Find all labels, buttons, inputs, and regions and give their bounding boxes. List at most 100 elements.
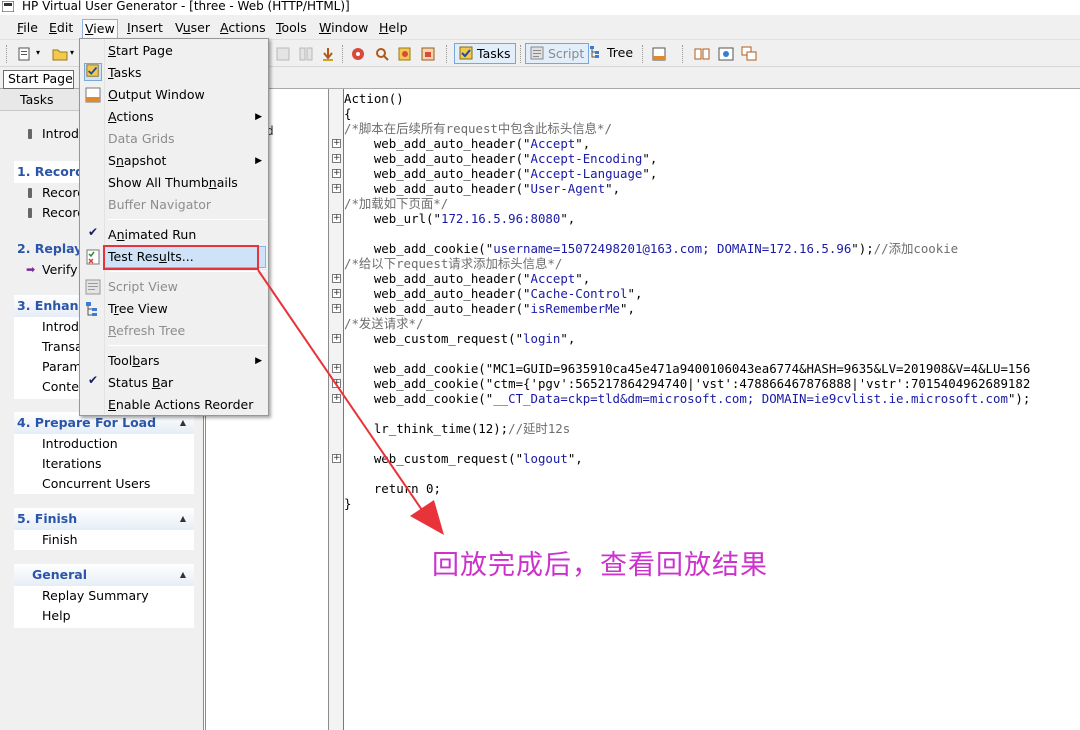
menu-item-status-bar[interactable]: Status Bar <box>108 372 266 394</box>
expand-icon[interactable]: + <box>332 274 341 283</box>
dropdown-arrow-icon[interactable]: ▾ <box>70 48 74 57</box>
code-line[interactable]: web_add_auto_header("Accept-Language", <box>344 166 658 181</box>
expand-icon[interactable]: + <box>332 214 341 223</box>
code-line[interactable]: web_add_auto_header("Accept", <box>344 136 590 151</box>
code-line[interactable]: web_add_cookie("username=15072498201@163… <box>344 241 958 256</box>
code-line[interactable]: /*脚本在后续所有request中包含此标头信息*/ <box>344 121 612 136</box>
tasks-label: Tasks <box>477 46 511 61</box>
record-icon[interactable] <box>350 46 366 62</box>
output-window-icon <box>85 87 101 103</box>
menu-separator <box>108 271 266 272</box>
code-line[interactable]: web_add_auto_header("User-Agent", <box>344 181 620 196</box>
expand-icon[interactable]: + <box>332 304 341 313</box>
script-button[interactable]: Script <box>525 43 590 64</box>
menu-view[interactable]: View <box>82 19 118 38</box>
expand-icon[interactable]: + <box>332 454 341 463</box>
tab-start-page[interactable]: Start Page <box>3 70 74 89</box>
menu-file[interactable]: File <box>15 19 40 38</box>
toolbar-separator <box>342 45 343 63</box>
code-line[interactable]: web_add_auto_header("Accept-Encoding", <box>344 151 658 166</box>
tree-label: Tree <box>607 45 634 60</box>
task-link-replay-summary[interactable]: Replay Summary <box>14 586 194 606</box>
code-line[interactable]: web_custom_request("logout", <box>344 451 583 466</box>
menu-item-start-page[interactable]: Start Page <box>108 40 266 62</box>
menu-help[interactable]: Help <box>377 19 410 38</box>
collapse-icon[interactable]: ▲ <box>180 564 186 586</box>
expand-icon[interactable]: + <box>332 139 341 148</box>
code-line[interactable]: web_add_auto_header("Accept", <box>344 271 590 286</box>
compare-icon[interactable] <box>694 46 710 62</box>
menu-item-output-window[interactable]: Output Window <box>108 84 266 106</box>
expand-icon[interactable]: + <box>332 379 341 388</box>
tree-button[interactable]: Tree <box>585 43 637 64</box>
menu-item-tree-view[interactable]: Tree View <box>108 298 266 320</box>
code-line[interactable]: web_add_cookie("__CT_Data=ckp=tld&dm=mic… <box>344 391 1031 406</box>
menu-edit[interactable]: Edit <box>47 19 75 38</box>
menu-tools[interactable]: Tools <box>274 19 309 38</box>
menu-item-data-grids: Data Grids <box>108 131 175 146</box>
menu-item-toolbars[interactable]: Toolbars ▶ <box>108 350 266 372</box>
dropdown-arrow-icon[interactable]: ▾ <box>36 48 40 57</box>
toolbar-separator <box>6 45 7 63</box>
replay-log-icon[interactable] <box>397 46 413 62</box>
code-line[interactable]: web_add_auto_header("Cache-Control", <box>344 286 643 301</box>
code-line[interactable]: Action() <box>344 91 404 106</box>
task-link-concurrent-users[interactable]: Concurrent Users <box>14 474 194 494</box>
group-header-general[interactable]: General ▲ <box>14 564 194 586</box>
task-link-iterations[interactable]: Iterations <box>14 454 194 474</box>
task-link-finish[interactable]: Finish <box>14 530 194 550</box>
code-line[interactable]: web_url("172.16.5.96:8080", <box>344 211 575 226</box>
task-link-introduction[interactable]: Introduction <box>14 434 194 454</box>
code-line[interactable]: web_add_cookie("MC1=GUID=9635910ca45e471… <box>344 361 1030 376</box>
menu-vuser[interactable]: Vuser <box>173 19 212 38</box>
script-editor[interactable]: Action(){/*脚本在后续所有request中包含此标头信息*/ web_… <box>329 89 1080 730</box>
code-line[interactable]: /*发送请求*/ <box>344 316 423 331</box>
expand-icon[interactable]: + <box>332 169 341 178</box>
group-title: 4. Prepare For Load <box>17 415 157 430</box>
open-folder-icon[interactable] <box>52 46 68 62</box>
code-line[interactable]: /*给以下request请求添加标头信息*/ <box>344 256 562 271</box>
menu-item-enable-actions-reorder[interactable]: Enable Actions Reorder <box>108 394 266 416</box>
menu-item-tasks[interactable]: Tasks <box>108 62 266 84</box>
windows-icon[interactable] <box>741 46 757 62</box>
code-line[interactable]: lr_think_time(12);//延时12s <box>344 421 570 436</box>
highlight-box <box>103 245 259 270</box>
checkmark-icon: ✔ <box>87 225 99 239</box>
output-window-icon[interactable] <box>651 46 667 62</box>
expand-icon[interactable]: + <box>332 154 341 163</box>
menu-item-snapshot[interactable]: Snapshot ▶ <box>108 150 266 172</box>
group-header-finish[interactable]: 5. Finish ▲ <box>14 508 194 530</box>
new-script-icon[interactable] <box>17 46 33 62</box>
tasks-button[interactable]: Tasks <box>454 43 516 64</box>
menu-insert[interactable]: Insert <box>125 19 165 38</box>
menu-window[interactable]: Window <box>317 19 370 38</box>
code-line[interactable]: web_add_cookie("ctm={'pgv':5652178642947… <box>344 376 1030 391</box>
expand-icon[interactable]: + <box>332 364 341 373</box>
code-line[interactable]: { <box>344 106 351 121</box>
menu-item-actions[interactable]: Actions ▶ <box>108 106 266 128</box>
menu-item-animated-run[interactable]: Animated Run <box>108 224 266 246</box>
snapshot-icon[interactable] <box>718 46 734 62</box>
collapse-icon[interactable]: ▲ <box>180 508 186 530</box>
code-line[interactable]: web_custom_request("login", <box>344 331 575 346</box>
script-label: Script <box>548 46 585 61</box>
results-icon[interactable] <box>420 46 436 62</box>
find-icon[interactable] <box>374 46 390 62</box>
general-group: General ▲ Replay Summary Help <box>14 564 194 628</box>
menu-actions[interactable]: Actions <box>218 19 268 38</box>
expand-icon[interactable]: + <box>332 394 341 403</box>
menu-item-show-all-thumbnails[interactable]: Show All Thumbnails <box>108 172 266 194</box>
run-icon[interactable] <box>320 46 336 62</box>
tasks-icon <box>459 46 473 60</box>
expand-icon[interactable]: + <box>332 289 341 298</box>
task-link-help[interactable]: Help <box>14 606 194 626</box>
code-line[interactable]: return 0; <box>344 481 441 496</box>
code-line[interactable]: /*加载如下页面*/ <box>344 196 448 211</box>
code-line[interactable]: web_add_auto_header("isRememberMe", <box>344 301 635 316</box>
expand-icon[interactable]: + <box>332 334 341 343</box>
code-line[interactable]: } <box>344 496 351 511</box>
task-link-verify-label: Verify <box>42 262 78 277</box>
submenu-arrow-icon: ▶ <box>255 356 262 366</box>
expand-icon[interactable]: + <box>332 184 341 193</box>
annotation-caption: 回放完成后，查看回放结果 <box>432 550 768 581</box>
